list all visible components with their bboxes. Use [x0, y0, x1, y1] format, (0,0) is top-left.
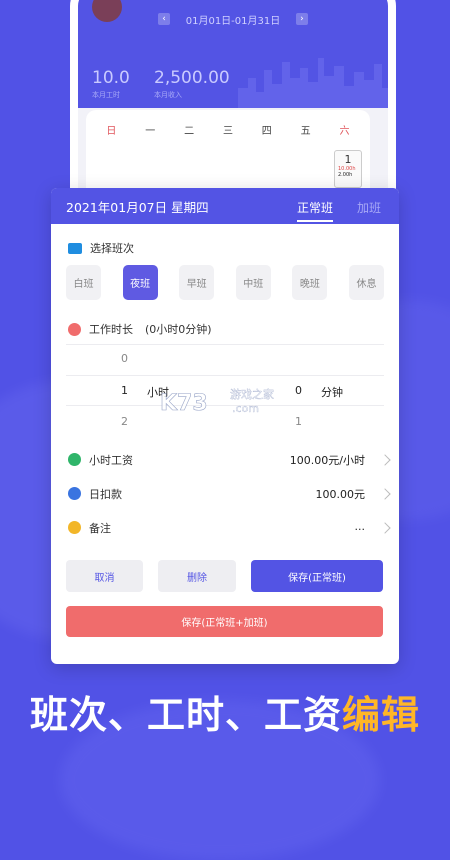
weekday-label: 二	[184, 126, 195, 137]
clock-icon	[68, 322, 81, 336]
calendar-day-cell[interactable]: 1 10.00h 2.00h	[334, 150, 362, 188]
modal-header: 2021年01月07日 星期四 正常班 加班	[51, 188, 399, 224]
weekday-label: 三	[222, 126, 233, 137]
hourly-wage-value: 100.00元/小时	[289, 454, 365, 467]
work-hours-summary: (0小时0分钟)	[145, 323, 212, 336]
headline-part1: 班次、工时、工资	[29, 693, 342, 737]
tab-normal-shift[interactable]: 正常班	[297, 199, 334, 222]
briefcase-icon	[68, 242, 82, 254]
note-value: ...	[354, 520, 366, 533]
headline-highlight: 编辑	[342, 693, 421, 737]
shift-option-middle[interactable]: 中班	[235, 265, 271, 300]
phone-preview: ‹ 01月01日-01月31日 › 10.0 本月工时 2,500.00 本月收…	[70, 0, 396, 218]
shift-option-early[interactable]: 早班	[179, 265, 215, 300]
weekday-label: 一	[145, 126, 156, 137]
minutes-unit: 分钟	[321, 386, 343, 399]
delete-button[interactable]: 删除	[158, 560, 236, 592]
shift-section-label: 选择班次	[90, 242, 134, 255]
skyline-illustration	[238, 58, 388, 108]
day-number: 1	[344, 153, 352, 166]
save-all-button[interactable]: 保存(正常班+加班)	[66, 606, 383, 637]
tab-overtime[interactable]: 加班	[357, 199, 381, 216]
avatar	[92, 0, 122, 22]
shift-option-evening[interactable]: 晚班	[292, 265, 328, 300]
edit-shift-modal: 2021年01月07日 星期四 正常班 加班 选择班次 白班 夜班 早班 中班 …	[51, 188, 399, 664]
day-hours-overtime: 2.00h	[338, 172, 353, 178]
weekday-label: 四	[261, 126, 272, 137]
weekday-label: 日	[106, 126, 117, 137]
weekday-row: 日 一 二 三 四 五 六	[86, 110, 370, 137]
chevron-right-icon	[379, 522, 391, 534]
shift-option-day[interactable]: 白班	[66, 265, 101, 300]
modal-date-title: 2021年01月07日 星期四	[66, 199, 209, 215]
watermark-domain: .com	[232, 402, 259, 415]
minutes-option[interactable]: 1	[295, 415, 302, 428]
hourly-wage-label: 小时工资	[89, 454, 133, 467]
stat-label: 本月收入	[154, 91, 182, 99]
month-range: ‹ 01月01日-01月31日 ›	[158, 12, 308, 27]
chevron-right-icon	[379, 454, 391, 466]
chevron-left-icon[interactable]: ‹	[158, 13, 170, 25]
weekday-label: 六	[339, 126, 350, 137]
divider	[66, 344, 384, 345]
shift-option-night[interactable]: 夜班	[122, 265, 158, 300]
note-icon	[68, 521, 81, 534]
hours-selected[interactable]: 1	[121, 384, 128, 397]
watermark-logo: K73 游戏之家 .com	[160, 387, 274, 416]
stat-value: 2,500.00	[154, 68, 230, 88]
stat-hours: 10.0 本月工时	[92, 68, 130, 100]
work-hours-title: 工作时长 (0小时0分钟)	[68, 321, 212, 337]
hours-option[interactable]: 0	[121, 352, 128, 365]
stat-label: 本月工时	[92, 91, 120, 99]
chevron-right-icon	[379, 488, 391, 500]
hours-option[interactable]: 2	[121, 415, 128, 428]
picker-selection-top	[66, 375, 384, 376]
deduction-icon	[68, 487, 81, 500]
stat-income: 2,500.00 本月收入	[154, 68, 230, 100]
calendar-header: ‹ 01月01日-01月31日 › 10.0 本月工时 2,500.00 本月收…	[78, 0, 388, 108]
svg-text:K73: K73	[160, 391, 208, 416]
watermark-text: 游戏之家	[230, 387, 274, 401]
promo-headline: 班次、工时、工资编辑	[24, 684, 426, 739]
shift-options: 白班 夜班 早班 中班 晚班 休息	[66, 265, 384, 300]
range-text: 01月01日-01月31日	[185, 15, 281, 27]
weekday-label: 五	[300, 126, 311, 137]
minutes-selected[interactable]: 0	[295, 384, 302, 397]
work-hours-label: 工作时长	[89, 323, 133, 336]
cancel-button[interactable]: 取消	[66, 560, 143, 592]
save-normal-button[interactable]: 保存(正常班)	[251, 560, 383, 592]
money-bag-icon	[68, 453, 81, 466]
note-label: 备注	[89, 522, 111, 535]
deduction-value: 100.00元	[315, 488, 366, 501]
stat-value: 10.0	[92, 68, 130, 88]
chevron-right-icon[interactable]: ›	[295, 13, 308, 25]
shift-option-rest[interactable]: 休息	[348, 265, 384, 300]
shift-section-title: 选择班次	[68, 240, 134, 256]
deduction-label: 日扣款	[89, 488, 122, 501]
